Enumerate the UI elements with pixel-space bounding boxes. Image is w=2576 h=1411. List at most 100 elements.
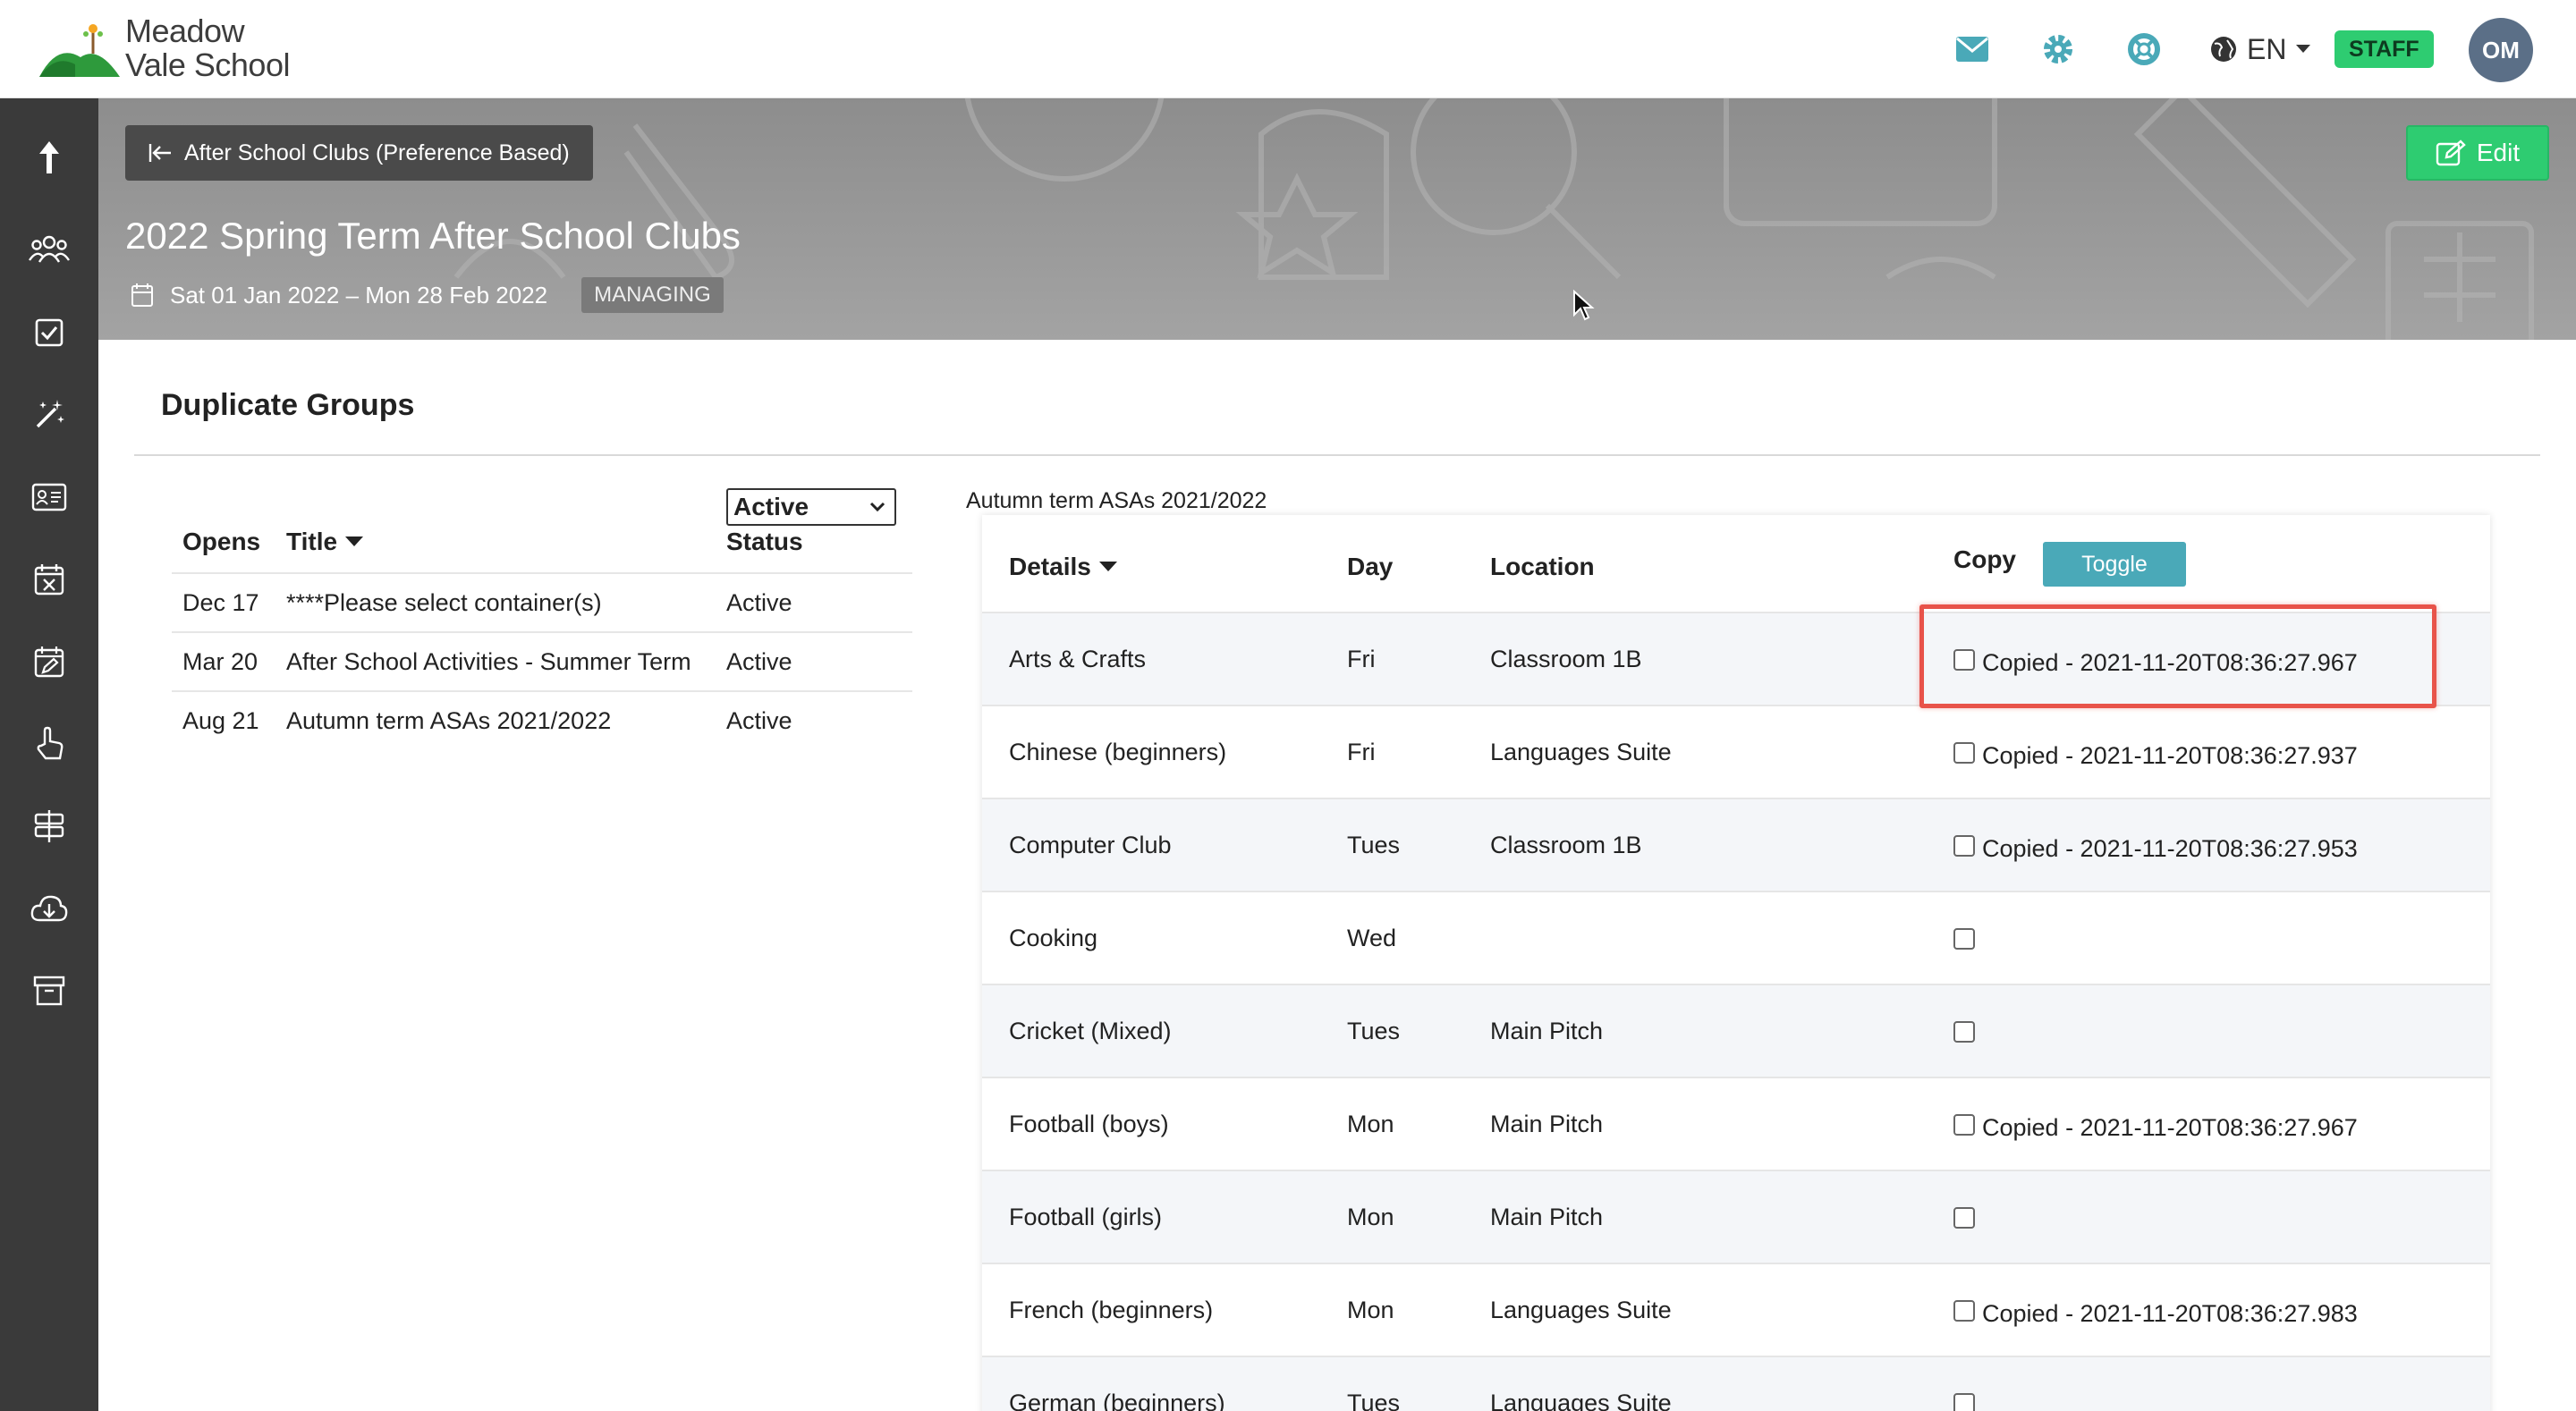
- table-row[interactable]: Computer Club Tues Classroom 1B Copied -…: [982, 799, 2490, 892]
- row-day: Tues: [1347, 1390, 1401, 1411]
- row-details: Football (girls): [1009, 1204, 1163, 1230]
- edit-pencil-icon: [2436, 139, 2466, 166]
- table-row[interactable]: Dec 17 ****Please select container(s) Ac…: [172, 572, 912, 631]
- column-header-day[interactable]: Day: [1347, 553, 1393, 581]
- status-filter-select[interactable]: Active: [726, 488, 896, 526]
- checkbox-icon[interactable]: [0, 297, 98, 368]
- column-header-day-label: Day: [1347, 553, 1394, 580]
- copy-checkbox[interactable]: [1953, 742, 1975, 764]
- copy-checkbox[interactable]: [1953, 1021, 1975, 1043]
- copied-status: Copied - 2021-11-20T08:36:27.967: [1982, 1114, 2358, 1141]
- cloud-download-icon[interactable]: [0, 873, 98, 944]
- row-location: Languages Suite: [1490, 739, 1672, 765]
- row-details: Cooking: [1009, 925, 1098, 951]
- row-details: Chinese (beginners): [1009, 739, 1227, 765]
- row-day: Fri: [1347, 646, 1376, 672]
- calendar-x-icon[interactable]: [0, 544, 98, 615]
- row-details: French (beginners): [1009, 1297, 1214, 1323]
- logo-hills-icon: [39, 24, 120, 77]
- table-row[interactable]: Aug 21 Autumn term ASAs 2021/2022 Active: [172, 690, 912, 749]
- activities-table-caption: Autumn term ASAs 2021/2022: [966, 488, 1267, 513]
- copy-checkbox[interactable]: [1953, 835, 1975, 857]
- toggle-all-button[interactable]: Toggle: [2043, 542, 2186, 587]
- id-card-icon[interactable]: [0, 461, 98, 533]
- column-header-status-label: Status: [726, 528, 803, 555]
- table-row[interactable]: Chinese (beginners) Fri Languages Suite …: [982, 706, 2490, 799]
- row-status: Active: [726, 648, 792, 675]
- row-status: Active: [726, 589, 792, 616]
- table-row[interactable]: Cooking Wed: [982, 892, 2490, 985]
- row-day: Wed: [1347, 925, 1397, 951]
- users-group-icon[interactable]: [0, 213, 98, 284]
- copy-checkbox[interactable]: [1953, 1207, 1975, 1229]
- row-title: After School Activities - Summer Term: [286, 648, 691, 675]
- copy-checkbox[interactable]: [1953, 649, 1975, 671]
- row-details: German (beginners): [1009, 1390, 1225, 1411]
- language-label: EN: [2247, 32, 2287, 65]
- table-row[interactable]: Cricket (Mixed) Tues Main Pitch: [982, 985, 2490, 1078]
- user-avatar[interactable]: OM: [2469, 18, 2533, 82]
- caret-down-icon: [2296, 45, 2311, 53]
- row-status: Active: [726, 707, 792, 734]
- archive-box-icon[interactable]: [0, 955, 98, 1027]
- column-header-opens[interactable]: Opens: [182, 528, 260, 556]
- help-lifebuoy-icon[interactable]: [2122, 27, 2166, 72]
- hand-pointer-icon[interactable]: [0, 708, 98, 780]
- date-range: Sat 01 Jan 2022 – Mon 28 Feb 2022: [170, 281, 548, 308]
- content-panel: Duplicate Groups Active Opens Title Stat…: [98, 340, 2576, 1411]
- table-row[interactable]: French (beginners) Mon Languages Suite C…: [982, 1264, 2490, 1357]
- chevron-down-icon: [869, 502, 886, 512]
- copied-status: Copied - 2021-11-20T08:36:27.967: [1982, 649, 2358, 676]
- sort-caret-down-icon: [1098, 562, 1117, 571]
- table-row[interactable]: Football (girls) Mon Main Pitch: [982, 1171, 2490, 1264]
- column-header-location-label: Location: [1490, 553, 1595, 580]
- upload-arrow-icon[interactable]: [0, 122, 98, 193]
- copy-checkbox[interactable]: [1953, 1114, 1975, 1136]
- row-location: Classroom 1B: [1490, 646, 1642, 672]
- column-header-location[interactable]: Location: [1490, 553, 1595, 581]
- row-opens: Mar 20: [182, 648, 258, 675]
- row-day: Mon: [1347, 1204, 1394, 1230]
- top-bar: Meadow Vale School EN STAFF OM: [0, 0, 2576, 98]
- mouse-pointer-icon: [1573, 290, 1595, 321]
- row-location: Main Pitch: [1490, 1111, 1604, 1137]
- copy-checkbox[interactable]: [1953, 928, 1975, 950]
- edit-button-label: Edit: [2476, 139, 2521, 166]
- table-row[interactable]: Football (boys) Mon Main Pitch Copied - …: [982, 1078, 2490, 1171]
- column-header-title[interactable]: Title: [286, 528, 364, 556]
- edit-button[interactable]: Edit: [2406, 125, 2549, 181]
- column-header-status[interactable]: Status: [726, 528, 803, 556]
- table-row[interactable]: Mar 20 After School Activities - Summer …: [172, 631, 912, 690]
- copied-status: Copied - 2021-11-20T08:36:27.953: [1982, 835, 2358, 862]
- copy-checkbox[interactable]: [1953, 1393, 1975, 1411]
- table-row[interactable]: German (beginners) Tues Languages Suite: [982, 1357, 2490, 1411]
- sort-caret-down-icon: [345, 537, 364, 546]
- page-header-banner: After School Clubs (Preference Based) Ed…: [98, 98, 2576, 340]
- row-day: Mon: [1347, 1297, 1394, 1323]
- activities-table: Details Day Location Copy Toggle Arts & …: [982, 515, 2490, 1411]
- magic-wand-icon[interactable]: [0, 379, 98, 451]
- back-button[interactable]: After School Clubs (Preference Based): [125, 125, 593, 181]
- page-title: 2022 Spring Term After School Clubs: [125, 215, 741, 257]
- column-header-opens-label: Opens: [182, 528, 261, 555]
- row-details: Football (boys): [1009, 1111, 1169, 1137]
- school-name-line1: Meadow: [125, 13, 245, 49]
- school-logo[interactable]: Meadow Vale School: [39, 14, 308, 86]
- row-details: Computer Club: [1009, 832, 1172, 858]
- calendar-edit-icon[interactable]: [0, 626, 98, 697]
- activities-table-header: Details Day Location Copy Toggle: [982, 515, 2490, 613]
- row-location: Main Pitch: [1490, 1204, 1604, 1230]
- staff-badge: STAFF: [2334, 30, 2434, 68]
- language-selector[interactable]: EN: [2209, 29, 2311, 70]
- gear-icon[interactable]: [2036, 27, 2080, 72]
- managing-tag: MANAGING: [581, 277, 724, 313]
- table-row[interactable]: Arts & Crafts Fri Classroom 1B Copied - …: [982, 613, 2490, 706]
- column-header-details[interactable]: Details: [1009, 553, 1118, 581]
- mail-icon[interactable]: [1950, 27, 1995, 72]
- copy-checkbox[interactable]: [1953, 1300, 1975, 1322]
- signpost-icon[interactable]: [0, 790, 98, 862]
- copied-status: Copied - 2021-11-20T08:36:27.983: [1982, 1300, 2358, 1327]
- back-button-label: After School Clubs (Preference Based): [184, 139, 570, 165]
- row-title: Autumn term ASAs 2021/2022: [286, 707, 612, 734]
- date-range-row: Sat 01 Jan 2022 – Mon 28 Feb 2022 MANAGI…: [131, 277, 724, 313]
